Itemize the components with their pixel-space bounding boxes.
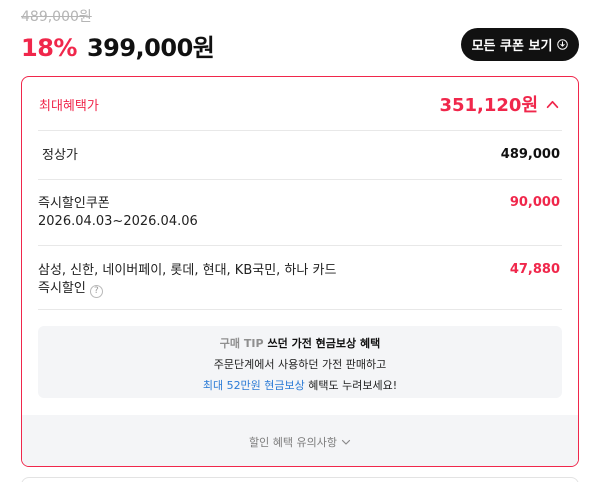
tip-line-2: 주문단계에서 사용하던 가전 판매하고 [213, 358, 387, 371]
discount-notice-toggle[interactable]: 할인 혜택 유의사항 [22, 415, 578, 466]
instant-coupon-period: 2026.04.03~2026.04.06 [38, 214, 198, 229]
next-section-edge [21, 477, 579, 482]
discount-notice-label: 할인 혜택 유의사항 [249, 435, 337, 449]
purchase-tip-box: 구매 TIP 쓰던 가전 현금보상 혜택 주문단계에서 사용하던 가전 판매하고 … [38, 326, 562, 398]
divider [38, 245, 562, 246]
tip-title-line: 구매 TIP 쓰던 가전 현금보상 혜택 [38, 335, 562, 351]
discount-rate: 18% [21, 34, 77, 62]
tip-prefix: 구매 TIP [219, 337, 264, 350]
instant-coupon-value: 90,000 [509, 195, 560, 210]
instant-coupon-label: 즉시할인쿠폰 [38, 196, 110, 211]
card-discount-value: 47,880 [509, 262, 560, 277]
original-price: 489,000원 [21, 9, 92, 25]
benefit-title: 최대혜택가 [39, 99, 99, 114]
tip-line-3: 최대 52만원 현금보상 혜택도 누려보세요! [38, 377, 562, 393]
card-discount-row: 삼성, 신한, 네이버페이, 롯데, 현대, KB국민, 하나 카드 즉시할인?… [38, 262, 562, 298]
regular-price-value: 489,000 [500, 147, 560, 162]
divider [38, 309, 562, 310]
all-coupons-label: 모든 쿠폰 보기 [471, 39, 553, 54]
instant-coupon-row: 즉시할인쿠폰 2026.04.03~2026.04.06 90,000 [38, 195, 562, 231]
tip-title: 쓰던 가전 현금보상 혜택 [267, 337, 381, 350]
card-discount-label: 삼성, 신한, 네이버페이, 롯데, 현대, KB국민, 하나 카드 [38, 263, 337, 278]
regular-price-label: 정상가 [42, 148, 78, 163]
all-coupons-button[interactable]: 모든 쿠폰 보기 [461, 28, 579, 61]
price-row: 18% 399,000원 [21, 28, 215, 63]
card-discount-sub-wrap: 즉시할인? [38, 280, 562, 298]
benefit-header[interactable]: 최대혜택가 351,120원 [22, 77, 578, 130]
card-discount-sub: 즉시할인 [38, 281, 86, 296]
max-benefit-price: 351,120원 [439, 95, 538, 116]
chevron-down-icon [341, 439, 351, 445]
tip-line-3-rest: 혜택도 누려보세요! [304, 379, 398, 392]
regular-price-row: 정상가 489,000 [38, 147, 562, 165]
benefit-card: 최대혜택가 351,120원 정상가 489,000 즉시할인쿠폰 2026.0… [21, 76, 579, 467]
chevron-up-icon[interactable] [546, 98, 559, 111]
help-icon[interactable]: ? [89, 285, 103, 298]
divider [38, 179, 562, 180]
divider [38, 130, 562, 131]
download-icon [557, 39, 569, 50]
benefit-value-wrap: 351,120원 [439, 91, 559, 117]
tip-highlight: 최대 52만원 현금보상 [202, 379, 305, 392]
sale-price: 399,000원 [86, 34, 215, 62]
